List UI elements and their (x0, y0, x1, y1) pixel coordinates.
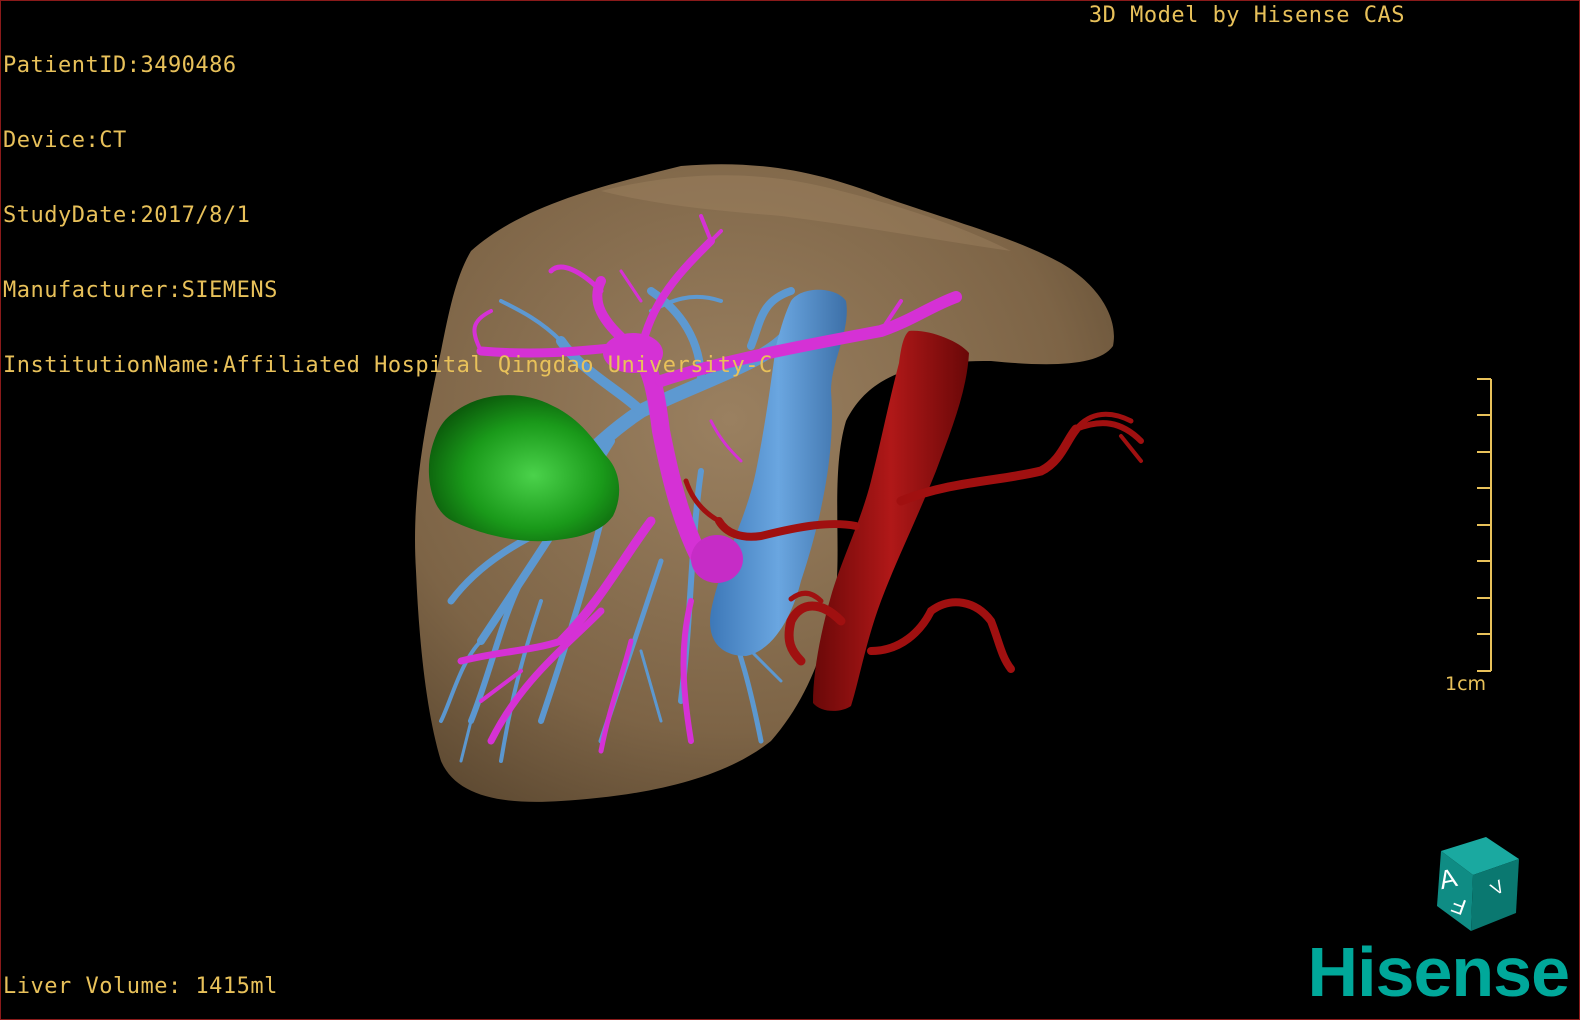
3d-viewport[interactable]: A F V PatientID:3490486 Device:CT StudyD… (0, 0, 1580, 1020)
liver-volume-label: Liver Volume: 1415ml (3, 974, 278, 999)
institution-label: InstitutionName:Affiliated Hospital Qing… (3, 353, 773, 378)
scale-bar-label: 1cm (1445, 673, 1487, 695)
orientation-cube[interactable]: A F V (1436, 837, 1519, 931)
device-label: Device:CT (3, 128, 127, 153)
study-date-label: StudyDate:2017/8/1 (3, 203, 251, 228)
hisense-logo: Hisense (1307, 933, 1570, 1011)
model-credit-label: 3D Model by Hisense CAS (1088, 3, 1405, 28)
portal-vein-trunk (691, 535, 743, 583)
patient-id-label: PatientID:3490486 (3, 53, 237, 78)
patient-info-overlay: PatientID:3490486 Device:CT StudyDate:20… (3, 3, 773, 428)
manufacturer-label: Manufacturer:SIEMENS (3, 278, 278, 303)
scale-bar (1477, 378, 1492, 672)
